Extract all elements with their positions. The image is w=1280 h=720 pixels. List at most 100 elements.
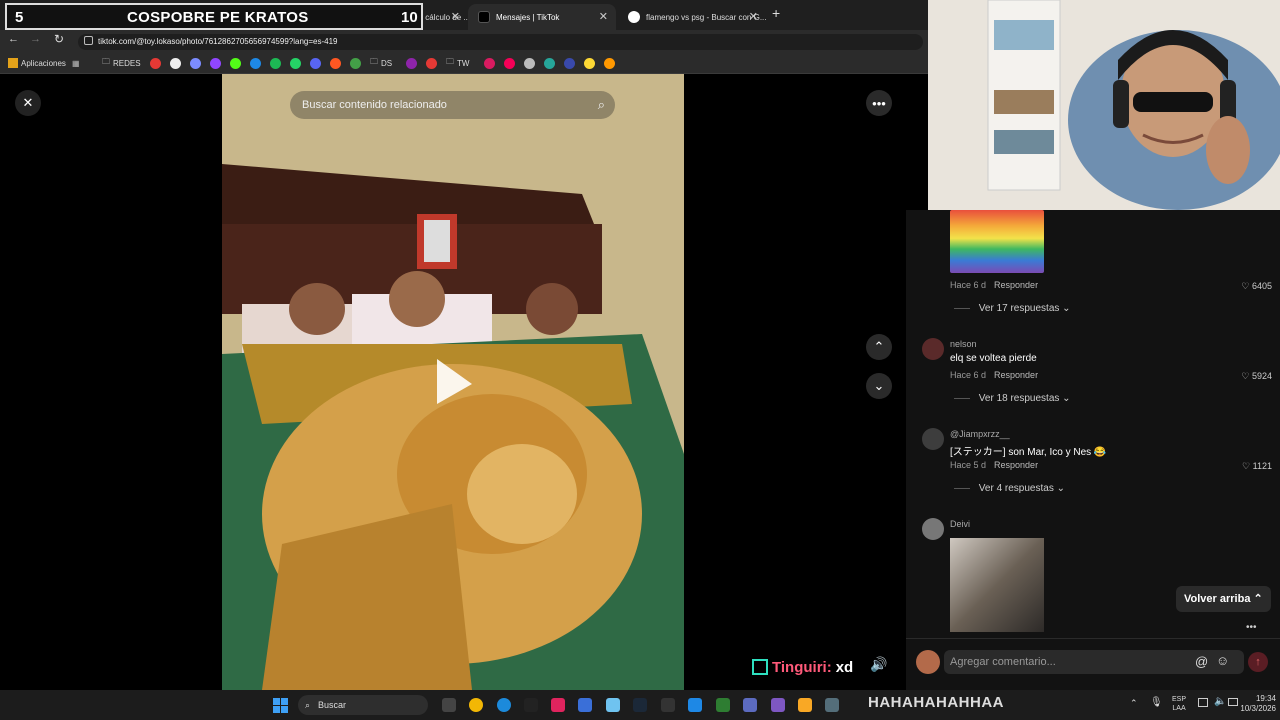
comment-username[interactable]: nelson xyxy=(950,339,977,349)
taskbar-blue-app-icon[interactable] xyxy=(578,698,592,712)
bookmark-folder-redes[interactable]: 🗀 REDES xyxy=(102,57,141,69)
search-icon[interactable]: ⌕ xyxy=(598,91,605,119)
spotify-icon[interactable] xyxy=(270,58,281,69)
comment-meta: Hace 6 d Responder xyxy=(950,280,1038,290)
language-indicator[interactable]: ESP LAA xyxy=(1172,695,1186,713)
reload-icon[interactable]: ↻ xyxy=(54,32,64,46)
taskbar-light-blue-app-icon[interactable] xyxy=(606,698,620,712)
more-icon[interactable]: ••• xyxy=(1246,622,1257,633)
clock[interactable]: 19:34 10/3/2026 xyxy=(1232,694,1276,714)
comment-username[interactable]: @Jiampxrzz__ xyxy=(950,429,1010,439)
avatar[interactable] xyxy=(922,428,944,450)
chrome-icon[interactable] xyxy=(469,698,483,712)
folder-icon: 🗀 xyxy=(102,57,110,66)
task-view-icon[interactable] xyxy=(442,698,456,712)
discord-icon[interactable] xyxy=(190,58,201,69)
taskbar-search[interactable]: ⌕ Buscar xyxy=(298,695,428,715)
file-explorer-icon[interactable] xyxy=(798,698,812,712)
view-replies-button[interactable]: Ver 18 respuestas ⌄ xyxy=(954,393,1071,404)
url-field[interactable]: tiktok.com/@toy.lokaso/photo/76128627056… xyxy=(78,34,923,50)
chevron-down-icon: ⌄ xyxy=(1062,303,1071,314)
overlay-left-number: 5 xyxy=(15,9,24,26)
microphone-icon[interactable]: 🎙 xyxy=(1150,697,1163,708)
windows-start-icon[interactable] xyxy=(273,698,288,713)
comment-meta: Hace 5 d Responder xyxy=(950,460,1038,470)
more-options-button[interactable]: ••• xyxy=(866,90,892,116)
bookmark-orange-icon[interactable] xyxy=(330,58,341,69)
close-viewer-button[interactable]: ✕ xyxy=(15,90,41,116)
bookmark-magenta-icon[interactable] xyxy=(504,58,515,69)
bookmark-folder-tw[interactable]: 🗀 TW xyxy=(446,57,469,69)
reply-button[interactable]: Responder xyxy=(994,460,1038,470)
bookmark-purple-icon[interactable] xyxy=(310,58,321,69)
webcam-image xyxy=(928,0,1280,210)
mention-icon[interactable]: @ xyxy=(1195,654,1208,669)
bookmark-amber-icon[interactable] xyxy=(604,58,615,69)
related-search-input[interactable]: Buscar contenido relacionado ⌕ xyxy=(290,91,615,119)
tiktok-icon[interactable] xyxy=(551,698,565,712)
previous-post-button[interactable]: ⌃ xyxy=(866,334,892,360)
google-icon[interactable] xyxy=(170,58,181,69)
comment-username[interactable]: Deivi xyxy=(950,519,970,529)
network-icon[interactable] xyxy=(1198,698,1208,707)
comment-sticker-image[interactable] xyxy=(950,210,1044,273)
volume-icon[interactable]: 🔊 xyxy=(870,656,887,673)
bookmark-indigo-icon[interactable] xyxy=(564,58,575,69)
bookmark-apps[interactable]: Aplicaciones xyxy=(8,57,66,69)
back-icon[interactable]: ← xyxy=(8,33,19,45)
bookmark-yellow-icon[interactable] xyxy=(584,58,595,69)
bookmark-pink-icon[interactable] xyxy=(484,58,495,69)
tab-google-search[interactable]: flamengo vs psg - Buscar con G... ✕ xyxy=(618,4,766,30)
taskbar-indigo-app-icon[interactable] xyxy=(743,698,757,712)
reply-button[interactable]: Responder xyxy=(994,370,1038,380)
taskbar-doc-icon[interactable] xyxy=(688,698,702,712)
next-post-button[interactable]: ⌄ xyxy=(866,373,892,399)
excel-icon[interactable] xyxy=(716,698,730,712)
bookmark-teal-icon[interactable] xyxy=(544,58,555,69)
twitch-icon[interactable] xyxy=(210,58,221,69)
forward-icon[interactable]: → xyxy=(30,33,41,45)
bookmark-green-icon[interactable] xyxy=(350,58,361,69)
send-button[interactable]: ↑ xyxy=(1248,652,1268,672)
bookmark-red-icon[interactable] xyxy=(426,58,437,69)
close-icon[interactable]: ✕ xyxy=(599,10,608,23)
new-tab-button[interactable]: + xyxy=(772,5,780,21)
like-count[interactable]: ♡ 1121 xyxy=(1242,461,1272,472)
steam-icon[interactable] xyxy=(633,698,647,712)
close-icon[interactable]: ✕ xyxy=(749,10,758,23)
taskbar-app-icon[interactable] xyxy=(524,698,538,712)
bookmark-violet-icon[interactable] xyxy=(406,58,417,69)
like-count[interactable]: ♡ 5924 xyxy=(1241,371,1272,382)
comment-time: Hace 6 d xyxy=(950,370,987,380)
bookmark-blue-icon[interactable] xyxy=(250,58,261,69)
post-photo[interactable] xyxy=(222,74,684,690)
speaker-icon[interactable]: 🔈 xyxy=(1214,696,1226,707)
back-to-top-button[interactable]: Volver arriba ⌃ xyxy=(1176,586,1271,612)
comment-photo-image[interactable] xyxy=(950,538,1044,632)
heart-icon: ♡ xyxy=(1242,461,1251,471)
close-icon[interactable]: ✕ xyxy=(451,10,460,23)
grid-icon[interactable]: ▦ xyxy=(72,57,80,69)
view-replies-button[interactable]: Ver 17 respuestas ⌄ xyxy=(954,303,1071,314)
taskbar-grid-app-icon[interactable] xyxy=(771,698,785,712)
bookmark-folder-ds[interactable]: 🗀 DS xyxy=(370,57,392,69)
tab-tiktok-messages[interactable]: Mensajes | TikTok ✕ xyxy=(468,4,616,30)
taskbar-gray-app-icon[interactable] xyxy=(825,698,839,712)
reply-button[interactable]: Responder xyxy=(994,280,1038,290)
comment-time: Hace 6 d xyxy=(950,280,987,290)
tiktok-icon xyxy=(478,11,490,23)
kick-icon[interactable] xyxy=(230,58,241,69)
site-info-icon[interactable] xyxy=(84,36,93,45)
like-count[interactable]: ♡ 6405 xyxy=(1241,281,1272,292)
chevron-down-icon: ⌄ xyxy=(873,378,885,393)
avatar[interactable] xyxy=(922,338,944,360)
avatar[interactable] xyxy=(922,518,944,540)
emoji-icon[interactable]: ☺ xyxy=(1216,653,1229,668)
chevron-up-icon[interactable]: ⌃ xyxy=(1130,698,1138,709)
youtube-icon[interactable] xyxy=(150,58,161,69)
view-replies-button[interactable]: Ver 4 respuestas ⌄ xyxy=(954,483,1065,494)
taskbar-dark-app-icon[interactable] xyxy=(661,698,675,712)
whatsapp-icon[interactable] xyxy=(290,58,301,69)
bookmark-gray-icon[interactable] xyxy=(524,58,535,69)
edge-icon[interactable] xyxy=(497,698,511,712)
